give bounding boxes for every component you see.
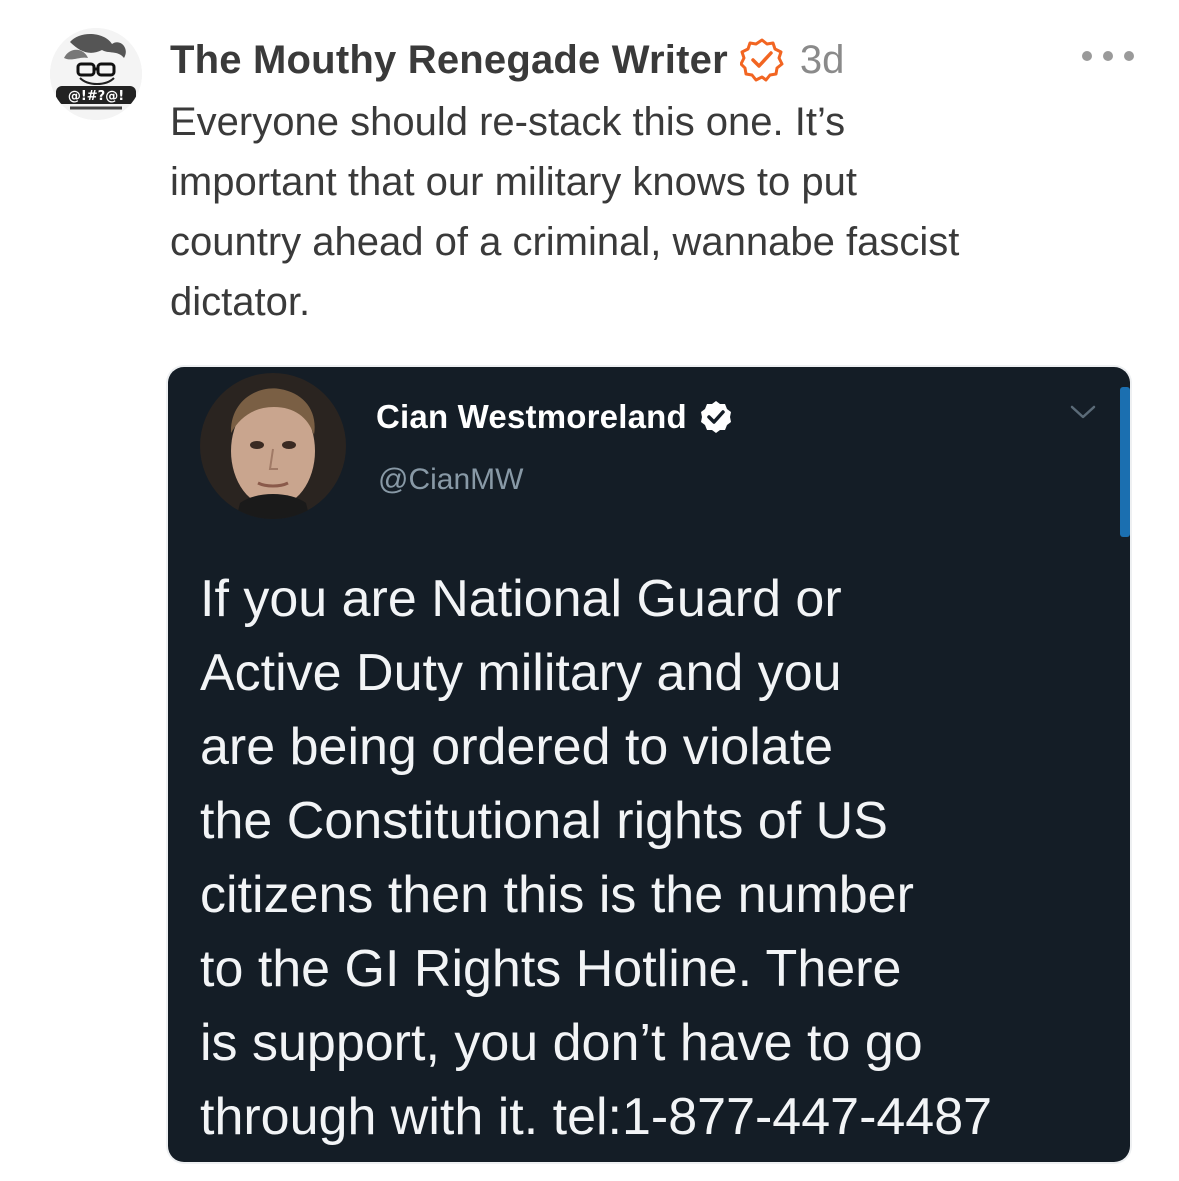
more-dot xyxy=(1082,51,1092,61)
post-timestamp: 3d xyxy=(799,37,845,82)
embed-header: Cian Westmoreland xyxy=(376,395,733,439)
more-options-icon[interactable] xyxy=(1082,44,1134,68)
embed-author-name: Cian Westmoreland xyxy=(376,398,687,435)
author-avatar-image: @!#?@! xyxy=(50,28,142,120)
embed-avatar xyxy=(200,373,346,519)
verified-badge-icon xyxy=(700,401,731,433)
embed-avatar-image xyxy=(200,373,346,519)
author-avatar[interactable]: @!#?@! xyxy=(50,28,142,120)
more-dot xyxy=(1124,51,1134,61)
more-dot xyxy=(1103,51,1113,61)
scrollbar xyxy=(1120,387,1130,537)
embed-handle: @CianMW xyxy=(378,463,524,496)
post-header: The Mouthy Renegade Writer 3d xyxy=(170,30,844,90)
embedded-tweet-image[interactable]: Cian Westmoreland @CianMW If you are Nat… xyxy=(168,367,1130,1162)
svg-text:@!#?@!: @!#?@! xyxy=(68,89,124,104)
verified-check-icon xyxy=(739,38,784,82)
post-text: Everyone should re-stack this one. It’s … xyxy=(170,100,960,324)
embed-tweet-text: If you are National Guard or Active Duty… xyxy=(200,570,993,1146)
chevron-down-icon xyxy=(1070,405,1096,419)
author-name[interactable]: The Mouthy Renegade Writer xyxy=(170,38,728,83)
